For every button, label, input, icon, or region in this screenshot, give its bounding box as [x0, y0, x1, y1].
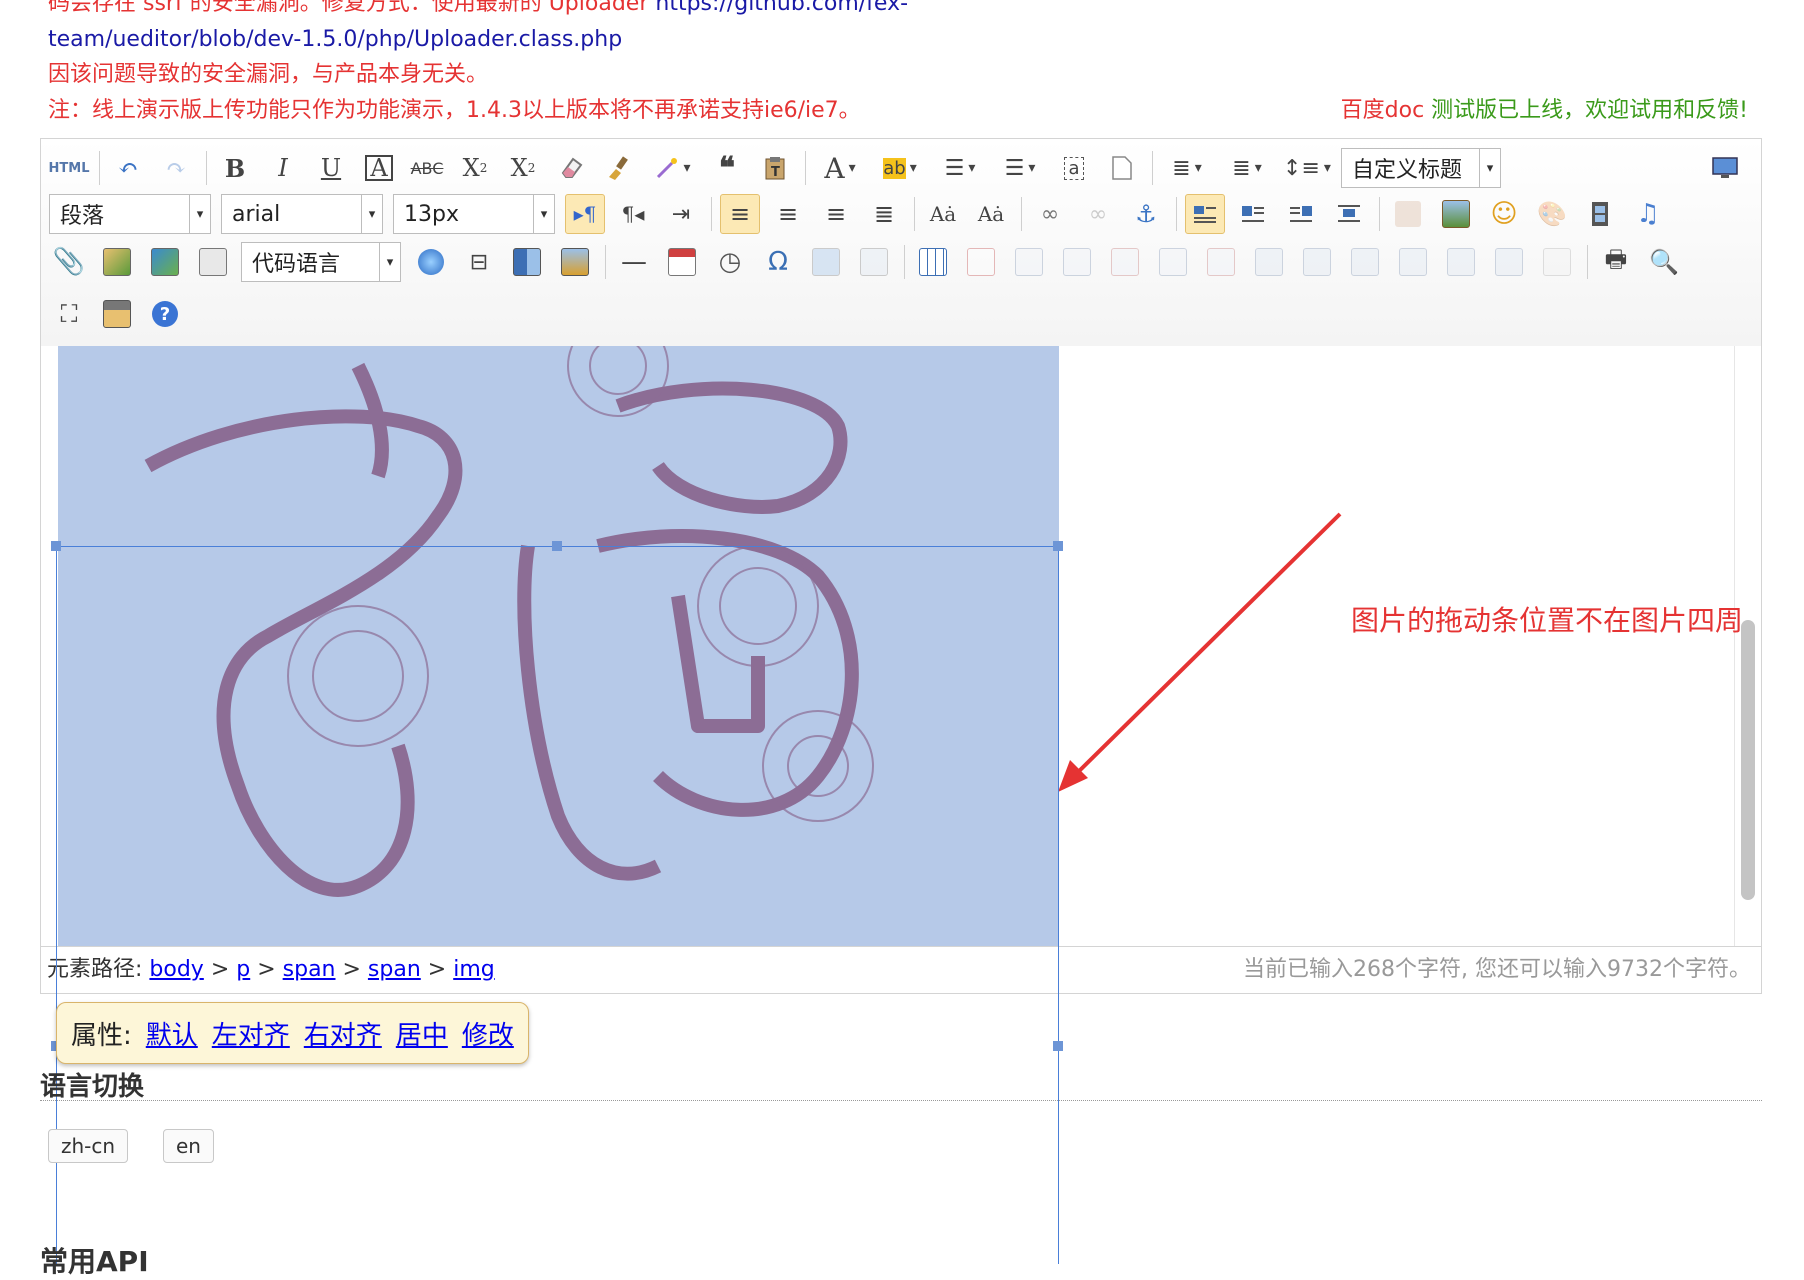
annotation-arrow-icon — [1058, 512, 1342, 792]
resize-handle-top-left[interactable] — [51, 541, 61, 551]
image-align-left-link[interactable]: 左对齐 — [212, 1015, 290, 1052]
image-attribute-popup: 属性: 默认 左对齐 右对齐 居中 修改 — [56, 1002, 529, 1064]
image-edit-link[interactable]: 修改 — [462, 1015, 514, 1052]
lang-en-button[interactable]: en — [163, 1129, 214, 1163]
resize-box-right — [1058, 546, 1059, 1264]
resize-handle-top[interactable] — [552, 541, 562, 551]
divider — [40, 1100, 1762, 1101]
resize-handle-right[interactable] — [1053, 1041, 1063, 1051]
image-align-right-link[interactable]: 右对齐 — [304, 1015, 382, 1052]
resize-handle-top-right[interactable] — [1053, 541, 1063, 551]
lang-zh-cn-button[interactable]: zh-cn — [48, 1129, 129, 1163]
image-default-link[interactable]: 默认 — [146, 1015, 198, 1052]
image-center-link[interactable]: 居中 — [396, 1015, 448, 1052]
language-switch-heading: 语言切换 — [40, 1072, 145, 1102]
common-api-heading: 常用API — [40, 1245, 149, 1278]
